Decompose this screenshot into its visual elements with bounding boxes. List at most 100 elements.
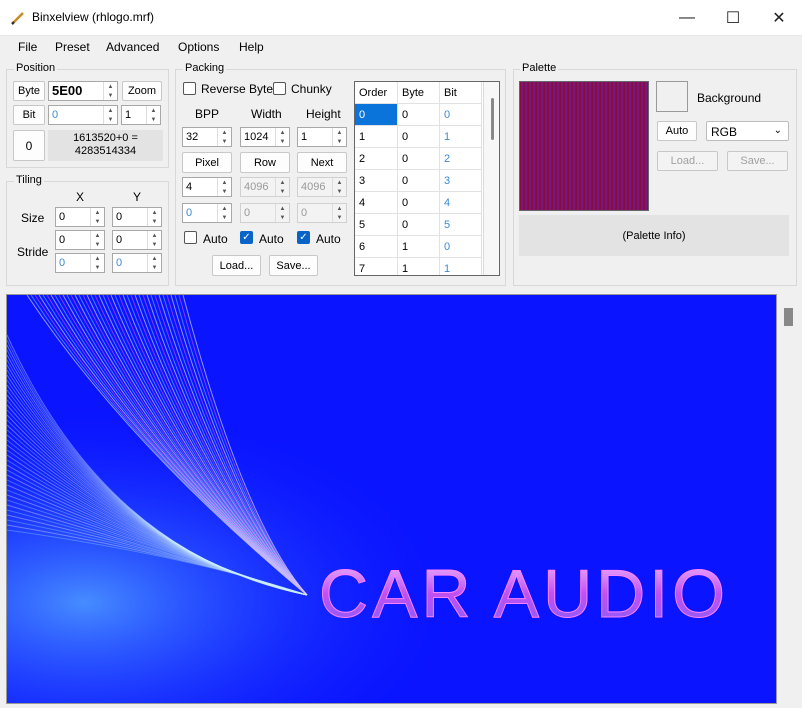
height-input[interactable]: 1 ▲ ▼ bbox=[297, 127, 347, 147]
table-cell[interactable]: 0 bbox=[398, 104, 440, 126]
tiling-y-label: Y bbox=[133, 190, 142, 204]
reverse-byte-checkbox[interactable] bbox=[183, 82, 196, 95]
spinner-arrows-icon[interactable]: ▲ ▼ bbox=[275, 178, 289, 196]
bpp-input[interactable]: 32 ▲ ▼ bbox=[182, 127, 232, 147]
table-cell[interactable]: 0 bbox=[398, 126, 440, 148]
stride-x-input[interactable]: 0 ▲ ▼ bbox=[55, 230, 105, 250]
palette-save-button[interactable]: Save... bbox=[727, 151, 788, 171]
spinner-arrows-icon[interactable]: ▲ ▼ bbox=[103, 106, 117, 124]
packing-load-button[interactable]: Load... bbox=[212, 255, 261, 276]
reset-position-button[interactable]: 0 bbox=[13, 130, 45, 161]
palette-swatch-grid[interactable] bbox=[519, 81, 649, 211]
table-cell[interactable]: 0 bbox=[398, 192, 440, 214]
spinner-arrows-icon[interactable]: ▲ ▼ bbox=[147, 254, 161, 272]
size-x-input[interactable]: 0 ▲ ▼ bbox=[55, 207, 105, 227]
bit-button[interactable]: Bit bbox=[13, 105, 45, 125]
table-cell[interactable]: 5 bbox=[355, 214, 398, 236]
table-cell[interactable]: 0 bbox=[398, 148, 440, 170]
table-cell[interactable]: 4 bbox=[440, 192, 482, 214]
zoom-button[interactable]: Zoom bbox=[122, 81, 162, 101]
table-cell[interactable]: 3 bbox=[440, 170, 482, 192]
background-color-swatch[interactable] bbox=[656, 81, 688, 112]
spinner-arrows-icon[interactable]: ▲ ▼ bbox=[332, 178, 346, 196]
table-cell[interactable]: 0 bbox=[440, 236, 482, 258]
palette-info[interactable]: (Palette Info) bbox=[519, 215, 789, 256]
row-button[interactable]: Row bbox=[240, 152, 290, 173]
maximize-icon: ☐ bbox=[725, 10, 741, 27]
pixel-stride-input[interactable]: 4 ▲ ▼ bbox=[182, 177, 232, 197]
chunky-checkbox[interactable] bbox=[273, 82, 286, 95]
table-scrollbar[interactable] bbox=[483, 82, 499, 275]
palette-mode-select[interactable]: RGB ⌄ bbox=[706, 121, 789, 141]
width-input[interactable]: 1024 ▲ ▼ bbox=[240, 127, 290, 147]
byte-button[interactable]: Byte bbox=[13, 81, 45, 101]
table-cell[interactable]: 7 bbox=[355, 258, 398, 275]
height-label: Height bbox=[306, 107, 341, 121]
stride2-y-input[interactable]: 0 ▲ ▼ bbox=[112, 253, 162, 273]
table-cell[interactable]: 5 bbox=[440, 214, 482, 236]
table-cell[interactable]: 1 bbox=[440, 258, 482, 275]
table-cell[interactable]: 6 bbox=[355, 236, 398, 258]
image-preview[interactable]: CAR AUDIO bbox=[6, 294, 777, 704]
preview-scrollbar[interactable] bbox=[780, 294, 797, 704]
spinner-arrows-icon[interactable]: ▲ ▼ bbox=[332, 128, 346, 146]
row-auto-checkbox[interactable]: ✓ bbox=[240, 231, 253, 244]
bit-order-table[interactable]: Order Byte Bit 000101202303404505610711 bbox=[354, 81, 500, 276]
next-offset-input[interactable]: 0 ▲ ▼ bbox=[297, 203, 347, 223]
zoom-input[interactable]: 1 ▲ ▼ bbox=[121, 105, 161, 125]
packing-save-button[interactable]: Save... bbox=[269, 255, 318, 276]
pixel-offset-input[interactable]: 0 ▲ ▼ bbox=[182, 203, 232, 223]
bpp-label: BPP bbox=[195, 107, 220, 121]
next-auto-checkbox[interactable]: ✓ bbox=[297, 231, 310, 244]
palette-load-button[interactable]: Load... bbox=[657, 151, 718, 171]
minimize-button[interactable]: — bbox=[664, 0, 710, 36]
preview-scroll-thumb[interactable] bbox=[784, 308, 793, 326]
spinner-arrows-icon[interactable]: ▲ ▼ bbox=[90, 208, 104, 226]
spinner-arrows-icon[interactable]: ▲ ▼ bbox=[217, 178, 231, 196]
table-cell[interactable]: 0 bbox=[440, 104, 482, 126]
table-cell[interactable]: 4 bbox=[355, 192, 398, 214]
table-cell[interactable]: 0 bbox=[398, 214, 440, 236]
pixel-auto-checkbox[interactable] bbox=[184, 231, 197, 244]
stride2-x-input[interactable]: 0 ▲ ▼ bbox=[55, 253, 105, 273]
menu-file[interactable]: File bbox=[18, 40, 37, 54]
spinner-arrows-icon[interactable]: ▲ ▼ bbox=[103, 82, 117, 100]
spinner-arrows-icon[interactable]: ▲ ▼ bbox=[275, 204, 289, 222]
spinner-arrows-icon[interactable]: ▲ ▼ bbox=[275, 128, 289, 146]
stride-y-input[interactable]: 0 ▲ ▼ bbox=[112, 230, 162, 250]
table-cell[interactable]: 1 bbox=[398, 236, 440, 258]
table-cell[interactable]: 1 bbox=[440, 126, 482, 148]
menu-advanced[interactable]: Advanced bbox=[106, 40, 159, 54]
spinner-arrows-icon[interactable]: ▲ ▼ bbox=[332, 204, 346, 222]
menu-help[interactable]: Help bbox=[239, 40, 264, 54]
spinner-arrows-icon[interactable]: ▲ ▼ bbox=[217, 204, 231, 222]
spinner-arrows-icon[interactable]: ▲ ▼ bbox=[146, 106, 160, 124]
row-stride-input[interactable]: 4096 ▲ ▼ bbox=[240, 177, 290, 197]
table-cell[interactable]: 2 bbox=[355, 148, 398, 170]
close-button[interactable]: ✕ bbox=[756, 0, 802, 36]
table-cell[interactable]: 3 bbox=[355, 170, 398, 192]
palette-auto-button[interactable]: Auto bbox=[657, 121, 697, 141]
table-scroll-thumb[interactable] bbox=[491, 98, 494, 140]
byte-input[interactable]: 5E00 ▲ ▼ bbox=[48, 81, 118, 101]
menu-options[interactable]: Options bbox=[178, 40, 219, 54]
table-cell[interactable]: 0 bbox=[398, 170, 440, 192]
stride-label: Stride bbox=[17, 245, 49, 259]
table-cell[interactable]: 1 bbox=[355, 126, 398, 148]
table-cell[interactable]: 1 bbox=[398, 258, 440, 275]
next-button[interactable]: Next bbox=[297, 152, 347, 173]
menu-preset[interactable]: Preset bbox=[55, 40, 90, 54]
spinner-arrows-icon[interactable]: ▲ ▼ bbox=[147, 231, 161, 249]
spinner-arrows-icon[interactable]: ▲ ▼ bbox=[90, 231, 104, 249]
pixel-button[interactable]: Pixel bbox=[182, 152, 232, 173]
table-cell[interactable]: 0 bbox=[355, 104, 398, 126]
table-cell[interactable]: 2 bbox=[440, 148, 482, 170]
spinner-arrows-icon[interactable]: ▲ ▼ bbox=[90, 254, 104, 272]
size-y-input[interactable]: 0 ▲ ▼ bbox=[112, 207, 162, 227]
next-stride-input[interactable]: 4096 ▲ ▼ bbox=[297, 177, 347, 197]
spinner-arrows-icon[interactable]: ▲ ▼ bbox=[147, 208, 161, 226]
row-offset-input[interactable]: 0 ▲ ▼ bbox=[240, 203, 290, 223]
spinner-arrows-icon[interactable]: ▲ ▼ bbox=[217, 128, 231, 146]
maximize-button[interactable]: ☐ bbox=[710, 0, 756, 36]
bit-input[interactable]: 0 ▲ ▼ bbox=[48, 105, 118, 125]
